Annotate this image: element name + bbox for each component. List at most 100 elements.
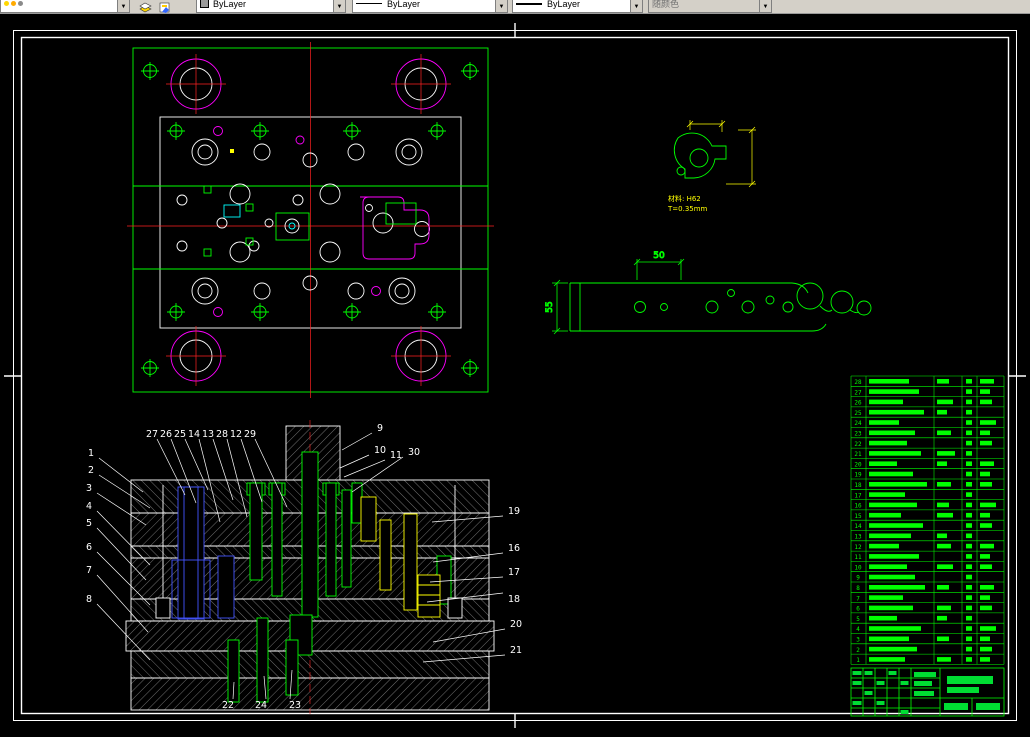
bom-name-bar — [869, 657, 905, 662]
callout-14: 14 — [188, 429, 200, 440]
lineweight-dropdown[interactable]: ByLayer ▼ — [512, 0, 643, 13]
bom-note-bar — [980, 523, 992, 528]
callout-17: 17 — [508, 567, 520, 578]
bom-material-bar — [937, 482, 951, 487]
bom-material-bar — [937, 431, 951, 436]
callout-25: 25 — [174, 429, 186, 440]
bom-row-no: 13 — [854, 534, 862, 541]
bom-material-bar — [937, 585, 949, 590]
bom-note-bar — [980, 472, 990, 477]
bom-name-bar — [869, 575, 915, 580]
bom-name-bar — [869, 637, 909, 642]
layers-icon[interactable] — [138, 0, 155, 13]
layer-on-icon — [4, 1, 9, 6]
bom-note-bar — [980, 431, 990, 436]
color-swatch — [200, 0, 209, 8]
bom-name-bar — [869, 441, 907, 446]
bom-qty-bar — [966, 657, 972, 662]
bom-row-no: 25 — [854, 410, 862, 417]
linetype-value: ByLayer — [387, 0, 420, 9]
bom-name-bar — [869, 595, 903, 600]
bom-row-no: 15 — [854, 513, 862, 520]
detail-dimensions — [687, 120, 756, 187]
callout-22: 22 — [222, 700, 234, 711]
bom-material-bar — [937, 657, 951, 662]
bom-note-bar — [980, 606, 992, 611]
bom-row-no: 9 — [856, 575, 860, 582]
bom-row-no: 6 — [856, 606, 860, 613]
part-outline — [674, 133, 726, 178]
callout-23: 23 — [289, 700, 301, 711]
leader-line — [99, 458, 143, 492]
bom-qty-bar — [966, 513, 972, 518]
linetype-dropdown[interactable]: ByLayer ▼ — [352, 0, 508, 13]
bom-qty-bar — [966, 441, 972, 446]
bom-row-no: 7 — [856, 595, 860, 602]
bom-row-no: 24 — [854, 420, 862, 427]
callout-4: 4 — [86, 501, 92, 512]
bom-row-no: 19 — [854, 472, 862, 479]
callout-29: 29 — [244, 429, 256, 440]
lineweight-sample — [516, 3, 542, 5]
bom-name-bar — [869, 379, 909, 384]
bom-name-bar — [869, 544, 899, 549]
bom-material-bar — [937, 503, 949, 508]
callout-2: 2 — [88, 465, 94, 476]
color-dropdown[interactable]: ByLayer ▼ — [196, 0, 346, 13]
leader-line — [342, 433, 372, 450]
bom-name-bar — [869, 410, 924, 415]
bom-material-bar — [937, 379, 949, 384]
callout-30: 30 — [408, 447, 420, 458]
gauge-block — [224, 205, 240, 217]
bom-material-bar — [937, 534, 947, 539]
bom-qty-bar — [966, 410, 972, 415]
marker-point — [230, 149, 234, 153]
bom-name-bar — [869, 503, 917, 508]
callout-11: 11 — [390, 450, 402, 461]
bom-qty-bar — [966, 616, 972, 621]
bom-row-no: 23 — [854, 431, 862, 438]
layer-dropdown[interactable]: ▼ — [0, 0, 130, 13]
bom-qty-bar — [966, 564, 972, 569]
callout-9: 9 — [377, 423, 383, 434]
bom-row-no: 20 — [854, 461, 862, 468]
detail-note-line2: T=0.35mm — [667, 205, 708, 213]
bom-name-bar — [869, 564, 907, 569]
callout-20: 20 — [510, 619, 522, 630]
bom-note-bar — [980, 400, 992, 405]
chevron-down-icon[interactable]: ▼ — [495, 0, 507, 12]
bom-row-no: 28 — [854, 379, 862, 386]
drawing-canvas[interactable]: 1234567827262514132812299101130191617182… — [0, 13, 1030, 737]
bom-qty-bar — [966, 482, 972, 487]
bom-name-bar — [869, 616, 897, 621]
chevron-down-icon[interactable]: ▼ — [333, 0, 345, 12]
bom-qty-bar — [966, 492, 972, 497]
callout-24: 24 — [255, 700, 267, 711]
bom-note-bar — [980, 637, 990, 642]
bom-name-bar — [869, 606, 913, 611]
die-insert — [386, 203, 416, 224]
bushing-centerlines — [166, 54, 451, 386]
die-top-view — [127, 42, 494, 398]
bom-note-bar — [980, 626, 996, 631]
chevron-down-icon[interactable]: ▼ — [117, 0, 129, 12]
bom-note-bar — [980, 564, 992, 569]
bom-note-bar — [980, 420, 996, 425]
bom-name-bar — [869, 400, 903, 405]
punch-holes — [177, 139, 430, 304]
callout-21: 21 — [510, 645, 522, 656]
bom-material-bar — [937, 461, 947, 466]
bom-qty-bar — [966, 400, 972, 405]
callout-6: 6 — [86, 542, 92, 553]
layer-state-icon[interactable] — [157, 0, 174, 13]
callout-27: 27 — [146, 429, 158, 440]
callout-19: 19 — [508, 506, 520, 517]
bom-row-no: 10 — [854, 564, 862, 571]
bom-note-bar — [980, 595, 990, 600]
bom-qty-bar — [966, 451, 972, 456]
dim-strip-pitch: 50 — [653, 251, 665, 261]
bom-name-bar — [869, 585, 925, 590]
callout-12: 12 — [230, 429, 242, 440]
chevron-down-icon[interactable]: ▼ — [630, 0, 642, 12]
bom-material-bar — [937, 564, 953, 569]
